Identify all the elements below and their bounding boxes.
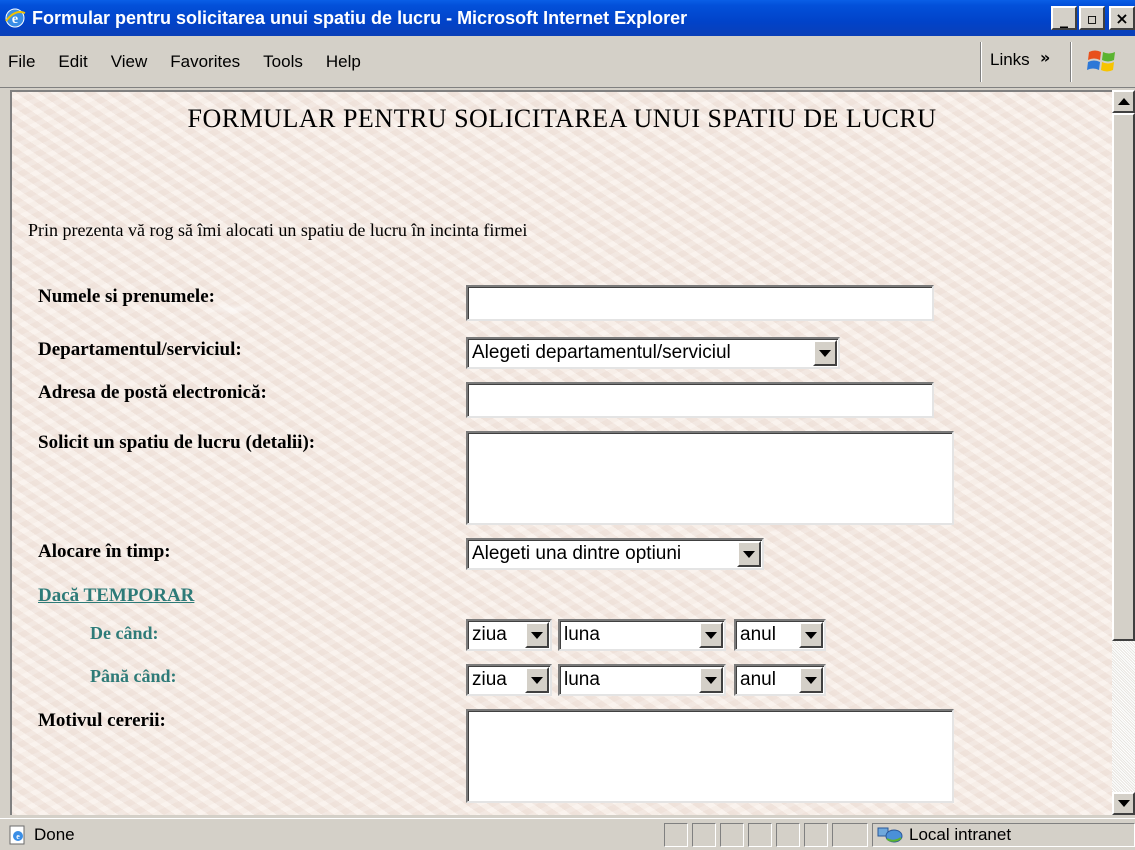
ie-page-icon: e <box>9 825 25 845</box>
name-field[interactable] <box>466 285 934 321</box>
department-select[interactable]: Alegeti departamentul/serviciul <box>466 337 840 369</box>
menu-favorites[interactable]: Favorites <box>162 52 255 72</box>
chevron-down-icon[interactable] <box>525 667 549 693</box>
menu-view[interactable]: View <box>103 52 163 72</box>
from-year-value: anul <box>740 624 776 645</box>
maximize-button[interactable]: ▫ <box>1079 6 1105 30</box>
to-year-select[interactable]: anul <box>734 664 826 696</box>
chevron-down-icon[interactable] <box>737 541 761 567</box>
close-button[interactable]: × <box>1109 6 1135 30</box>
to-year-value: anul <box>740 669 776 690</box>
to-month-select[interactable]: luna <box>558 664 726 696</box>
status-panel <box>720 823 744 847</box>
scroll-thumb[interactable] <box>1112 113 1135 641</box>
name-label: Numele si prenumele: <box>38 286 215 307</box>
ie-icon: e <box>5 8 26 28</box>
svg-text:e: e <box>16 832 20 841</box>
intro-text: Prin prezenta vă rog să îmi alocati un s… <box>28 220 528 240</box>
maximize-icon: ▫ <box>1086 8 1098 28</box>
to-day-select[interactable]: ziua <box>466 664 552 696</box>
chevron-down-icon[interactable] <box>525 622 549 648</box>
to-date-label: Până când: <box>90 666 177 686</box>
status-panel <box>692 823 716 847</box>
menu-edit[interactable]: Edit <box>50 52 102 72</box>
menu-separator-2 <box>1070 42 1072 82</box>
windows-flag-icon <box>1087 50 1115 72</box>
security-zone: Local intranet <box>872 823 1135 847</box>
chevron-down-icon[interactable] <box>799 667 823 693</box>
close-icon: × <box>1115 8 1129 28</box>
allocation-select-value: Alegeti una dintre optiuni <box>472 543 682 564</box>
allocation-label: Alocare în timp: <box>38 541 171 562</box>
scroll-up-icon[interactable] <box>1112 90 1135 113</box>
from-day-value: ziua <box>472 624 507 645</box>
email-field[interactable] <box>466 382 934 418</box>
zone-text: Local intranet <box>909 825 1012 844</box>
status-panel <box>748 823 772 847</box>
details-textarea[interactable] <box>466 431 954 525</box>
page-scrollbar[interactable] <box>1112 90 1135 815</box>
chevron-down-icon[interactable] <box>799 622 823 648</box>
chevron-down-icon[interactable] <box>699 622 723 648</box>
minimize-icon: _ <box>1060 8 1068 28</box>
chevron-more-icon[interactable]: » <box>1040 48 1050 67</box>
details-label: Solicit un spatiu de lucru (detalii): <box>38 432 316 453</box>
reason-label: Motivul cererii: <box>38 710 166 731</box>
status-panel <box>804 823 828 847</box>
scroll-down-icon[interactable] <box>1112 792 1135 815</box>
scroll-track[interactable] <box>1112 641 1135 792</box>
from-month-select[interactable]: luna <box>558 619 726 651</box>
status-panel <box>664 823 688 847</box>
department-label: Departamentul/serviciul: <box>38 339 242 360</box>
email-label: Adresa de postă electronică: <box>38 382 267 403</box>
allocation-select[interactable]: Alegeti una dintre optiuni <box>466 538 764 570</box>
department-select-value: Alegeti departamentul/serviciul <box>472 342 731 363</box>
menu-tools[interactable]: Tools <box>255 52 318 72</box>
chevron-down-icon[interactable] <box>813 340 837 366</box>
from-year-select[interactable]: anul <box>734 619 826 651</box>
page-title: FORMULAR PENTRU SOLICITAREA UNUI SPATIU … <box>187 104 937 133</box>
page-content: FORMULAR PENTRU SOLICITAREA UNUI SPATIU … <box>10 90 1112 815</box>
menu-separator <box>980 42 982 82</box>
menu-file[interactable]: File <box>0 52 50 72</box>
minimize-button[interactable]: _ <box>1051 6 1077 30</box>
window-title: Formular pentru solicitarea unui spatiu … <box>32 7 688 28</box>
to-day-value: ziua <box>472 669 507 690</box>
from-date-label: De când: <box>90 623 159 643</box>
chevron-down-icon[interactable] <box>699 667 723 693</box>
status-text: Done <box>34 825 75 844</box>
menu-help[interactable]: Help <box>318 52 376 72</box>
status-panel <box>776 823 800 847</box>
local-intranet-icon <box>877 827 903 843</box>
from-month-value: luna <box>564 624 600 645</box>
from-day-select[interactable]: ziua <box>466 619 552 651</box>
reason-textarea[interactable] <box>466 709 954 803</box>
temporary-section-link[interactable]: Dacă TEMPORAR <box>38 585 194 607</box>
status-bar: e Done Local intranet <box>0 818 1135 850</box>
links-button[interactable]: Links <box>990 50 1030 70</box>
status-panel <box>832 823 868 847</box>
to-month-value: luna <box>564 669 600 690</box>
menu-bar: File Edit View Favorites Tools Help Link… <box>0 36 1135 88</box>
window-titlebar: e Formular pentru solicitarea unui spati… <box>0 0 1135 36</box>
